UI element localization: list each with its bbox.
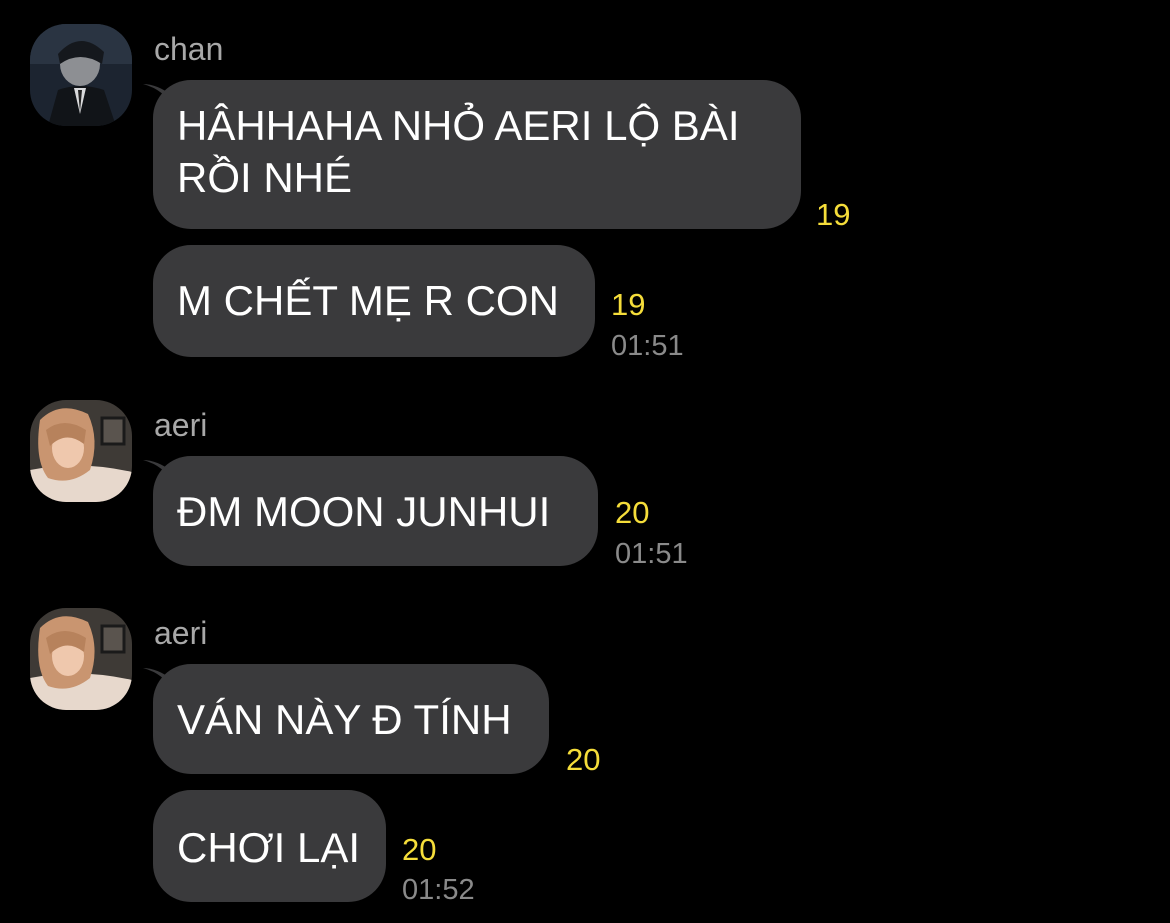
unread-count: 20 — [566, 742, 601, 777]
message-text: ĐM MOON JUNHUI — [177, 488, 551, 535]
unread-count: 20 — [615, 495, 650, 530]
unread-count: 20 — [402, 832, 437, 867]
message-bubble[interactable]: HÂHHAHA NHỎ AERI LỘ BÀI RỒI NHÉ — [153, 80, 801, 229]
sender-name: aeri — [154, 615, 208, 651]
unread-count: 19 — [611, 287, 646, 322]
sender-name: aeri — [154, 407, 208, 443]
message-bubble[interactable]: M CHẾT MẸ R CON — [153, 245, 595, 357]
avatar-chan-icon[interactable] — [30, 24, 132, 126]
avatar-aeri-icon[interactable] — [30, 400, 132, 502]
message-timestamp: 01:51 — [611, 330, 684, 362]
message-text: M CHẾT MẸ R CON — [177, 277, 559, 324]
sender-name: chan — [154, 31, 224, 67]
message-text: CHƠI LẠI — [177, 824, 361, 871]
unread-count: 19 — [816, 197, 851, 232]
message-bubble[interactable]: VÁN NÀY Đ TÍNH — [153, 664, 549, 774]
message-text: VÁN NÀY Đ TÍNH — [177, 696, 512, 743]
message-bubble[interactable]: ĐM MOON JUNHUI — [153, 456, 598, 566]
avatar-aeri-icon[interactable] — [30, 608, 132, 710]
message-timestamp: 01:52 — [402, 874, 475, 906]
message-timestamp: 01:51 — [615, 538, 688, 570]
message-bubble[interactable]: CHƠI LẠI — [153, 790, 386, 902]
message-text: HÂHHAHA NHỎ AERI LỘ BÀI RỒI NHÉ — [177, 102, 740, 201]
